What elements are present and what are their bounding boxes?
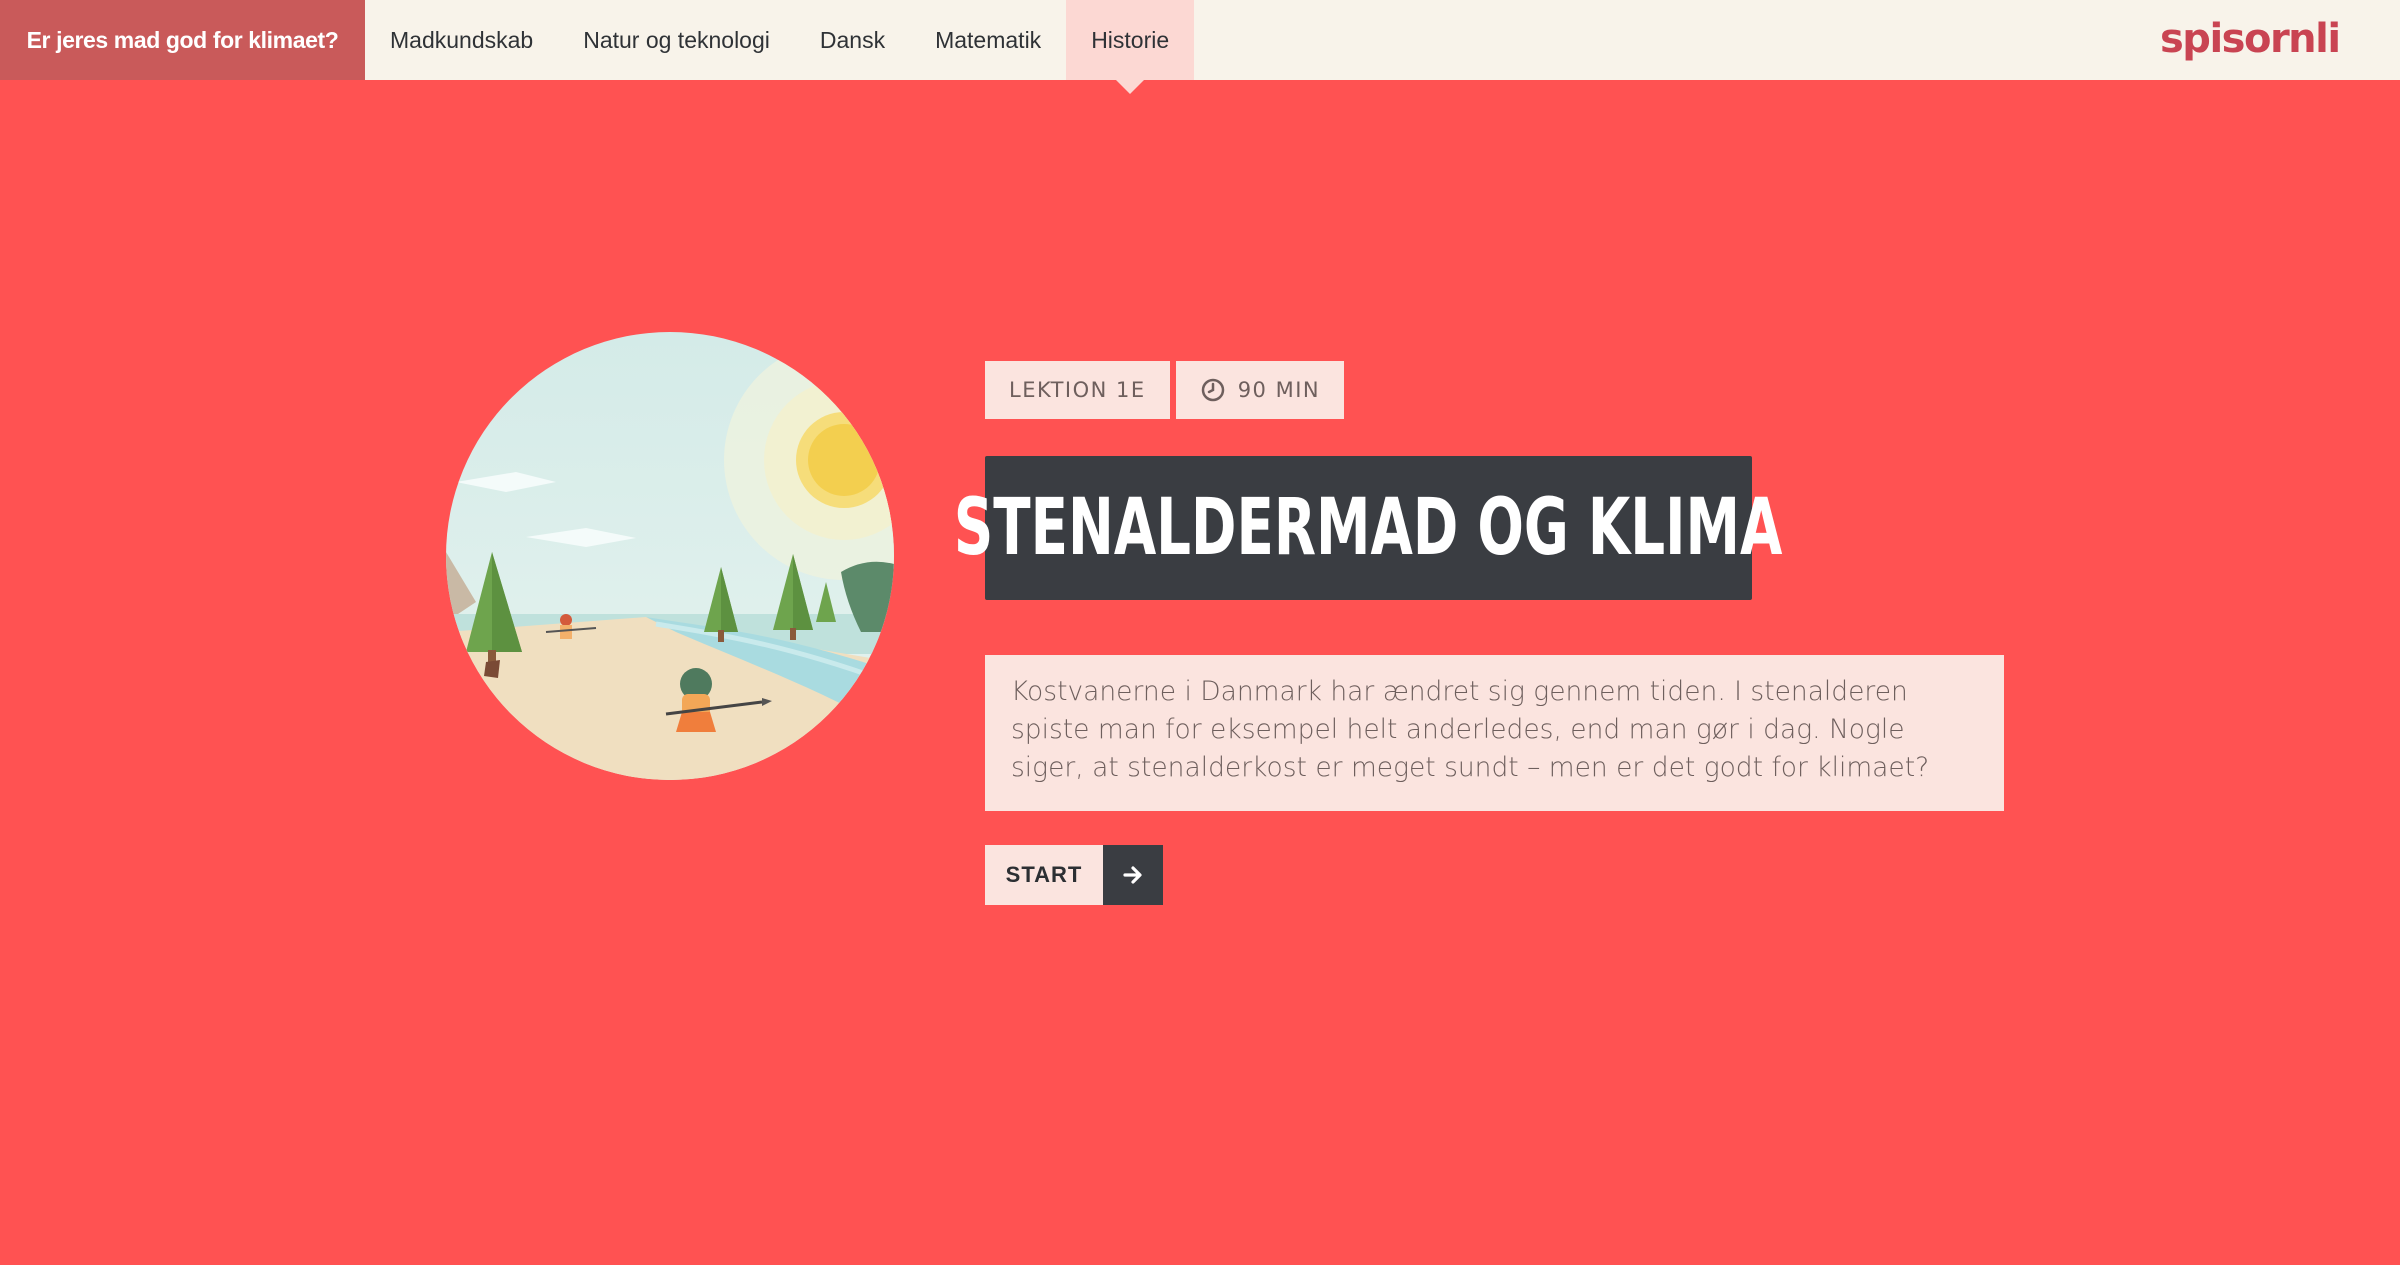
clock-icon <box>1201 378 1224 402</box>
lesson-title: STENALDERMAD OG KLIMA <box>954 483 1783 573</box>
lesson-number-badge: LEKTION 1E <box>985 361 1170 419</box>
lesson-description: Kostvanerne i Danmark har ændret sig gen… <box>985 655 2004 811</box>
spisornli-logo[interactable]: spisornli <box>2160 14 2340 64</box>
arrow-right-icon <box>1103 845 1163 905</box>
tab-historie[interactable]: Historie <box>1066 0 1195 94</box>
lesson-title-box: STENALDERMAD OG KLIMA <box>954 456 1783 600</box>
stone-age-illustration <box>446 332 894 780</box>
duration-badge: 90 MIN <box>1175 361 1345 419</box>
start-button-label: START <box>985 845 1103 905</box>
start-button[interactable]: START <box>985 845 1163 905</box>
tab-natur-og-teknologi[interactable]: Natur og teknologi <box>558 0 795 80</box>
duration-text: 90 MIN <box>1237 378 1321 402</box>
lesson-badges: LEKTION 1E 90 MIN <box>985 361 1345 419</box>
tab-matematik[interactable]: Matematik <box>910 0 1066 80</box>
nav-brand-link[interactable]: Er jeres mad god for klimaet? <box>0 0 365 80</box>
lesson-number: LEKTION 1E <box>1009 378 1146 402</box>
logo-text: spisornli <box>2160 16 2340 62</box>
tab-dansk[interactable]: Dansk <box>795 0 910 80</box>
top-navigation: Er jeres mad god for klimaet? Madkundska… <box>0 0 2400 94</box>
tab-madkundskab[interactable]: Madkundskab <box>365 0 558 80</box>
